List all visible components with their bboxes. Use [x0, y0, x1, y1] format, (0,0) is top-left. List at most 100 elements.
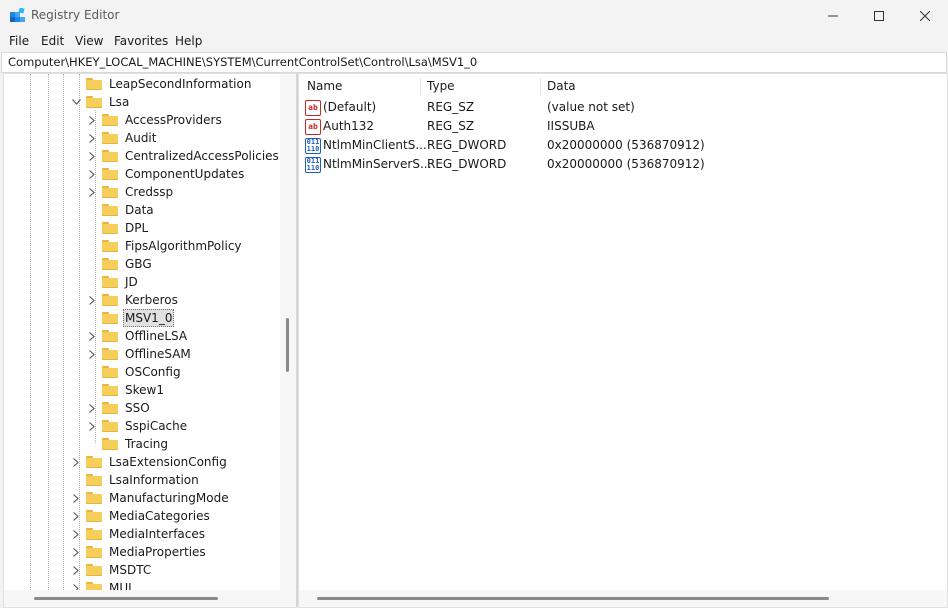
folder-icon [102, 420, 118, 432]
tree-item-label: FipsAlgorithmPolicy [125, 239, 242, 253]
value-data: 0x20000000 (536870912) [547, 138, 705, 152]
column-separator[interactable] [420, 78, 421, 96]
list-horizontal-scroll-thumb[interactable] [317, 597, 829, 600]
tree-item[interactable]: SSO [86, 399, 152, 417]
tree-item-label: GBG [125, 257, 152, 271]
column-separator[interactable] [540, 78, 541, 96]
column-header-name[interactable]: Name [307, 79, 342, 93]
tree-item-label: Credssp [125, 185, 174, 199]
tree-item-label: SspiCache [125, 419, 188, 433]
folder-icon [102, 366, 118, 378]
tree-item[interactable]: AccessProviders [86, 111, 224, 129]
tree-item[interactable]: ComponentUpdates [86, 165, 246, 183]
menu-file[interactable]: File [9, 34, 29, 48]
tree-item[interactable]: MSDTC [70, 561, 153, 579]
folder-icon [102, 222, 118, 234]
tree-item[interactable]: GBG [86, 255, 154, 273]
menu-edit[interactable]: Edit [41, 34, 64, 48]
folder-icon [86, 492, 102, 504]
tree-item[interactable]: OfflineSAM [86, 345, 193, 363]
string-value-icon: ab [305, 100, 321, 116]
tree-item[interactable]: LeapSecondInformation [70, 75, 253, 93]
menu-help[interactable]: Help [175, 34, 202, 48]
chevron-right-icon[interactable] [86, 147, 98, 165]
chevron-right-icon[interactable] [70, 543, 82, 561]
folder-icon [102, 312, 118, 324]
tree-item[interactable]: LsaExtensionConfig [70, 453, 229, 471]
tree-item[interactable]: LsaInformation [70, 471, 201, 489]
values-list-pane[interactable]: Name Type Data ab (Default) REG_SZ (value n… [298, 73, 948, 608]
key-tree-pane[interactable]: LeapSecondInformation Lsa AccessProviders A… [3, 73, 297, 608]
value-row[interactable]: 011 110 NtlmMinServerS... REG_DWORD 0x20000… [305, 155, 905, 174]
tree-horizontal-scroll-thumb[interactable] [34, 597, 218, 600]
chevron-right-icon[interactable] [86, 327, 98, 345]
close-button[interactable] [902, 0, 948, 31]
menu-favorites[interactable]: Favorites [114, 34, 168, 48]
folder-icon [102, 438, 118, 450]
address-path[interactable]: Computer\HKEY_LOCAL_MACHINE\SYSTEM\Curre… [8, 55, 477, 69]
tree-item[interactable]: Credssp [86, 183, 175, 201]
tree-item[interactable]: JD [86, 273, 140, 291]
chevron-right-icon[interactable] [86, 417, 98, 435]
registry-editor-icon [10, 8, 25, 22]
folder-icon [102, 384, 118, 396]
value-data: IISSUBA [547, 119, 595, 133]
tree-item[interactable]: Audit [86, 129, 158, 147]
chevron-right-icon[interactable] [86, 291, 98, 309]
value-name: Auth132 [323, 119, 375, 133]
maximize-button[interactable] [856, 0, 902, 31]
chevron-right-icon[interactable] [70, 453, 82, 471]
tree-item[interactable]: Tracing [86, 435, 170, 453]
chevron-right-icon[interactable] [70, 489, 82, 507]
menu-bar: File Edit View Favorites Help [0, 31, 948, 51]
chevron-right-icon[interactable] [86, 165, 98, 183]
value-row[interactable]: ab Auth132 REG_SZ IISSUBA [305, 117, 905, 136]
value-row[interactable]: 011 110 NtlmMinClientS... REG_DWORD 0x20000… [305, 136, 905, 155]
folder-icon [102, 204, 118, 216]
tree-item-label: ManufacturingMode [109, 491, 229, 505]
tree-item[interactable]: MediaProperties [70, 543, 208, 561]
dword-value-icon: 011 110 [305, 157, 321, 173]
minimize-button[interactable] [810, 0, 856, 31]
tree-item[interactable]: DPL [86, 219, 150, 237]
tree-item[interactable]: MediaCategories [70, 507, 212, 525]
tree-item-label: MediaProperties [109, 545, 206, 559]
tree-item[interactable]: MediaInterfaces [70, 525, 207, 543]
tree-vertical-scroll-thumb[interactable] [286, 318, 289, 372]
chevron-right-icon[interactable] [86, 399, 98, 417]
chevron-right-icon[interactable] [86, 345, 98, 363]
tree-item[interactable]: ManufacturingMode [70, 489, 231, 507]
chevron-right-icon[interactable] [86, 111, 98, 129]
folder-icon [102, 114, 118, 126]
tree-item-label: Lsa [109, 95, 130, 109]
tree-item[interactable]: CentralizedAccessPolicies [86, 147, 281, 165]
chevron-right-icon[interactable] [86, 129, 98, 147]
window-title: Registry Editor [31, 8, 120, 22]
tree-item[interactable]: Lsa [70, 93, 131, 111]
folder-icon [102, 240, 118, 252]
address-bar[interactable]: Computer\HKEY_LOCAL_MACHINE\SYSTEM\Curre… [1, 52, 947, 73]
chevron-right-icon[interactable] [70, 507, 82, 525]
tree-item[interactable]: OSConfig [86, 363, 183, 381]
chevron-right-icon[interactable] [70, 525, 82, 543]
menu-view[interactable]: View [75, 34, 103, 48]
tree-item[interactable]: Data [86, 201, 156, 219]
tree-item[interactable]: OfflineLSA [86, 327, 189, 345]
tree-item[interactable]: FipsAlgorithmPolicy [86, 237, 244, 255]
tree-item[interactable]: Skew1 [86, 381, 166, 399]
tree-item-label: ComponentUpdates [125, 167, 245, 181]
tree-item[interactable]: SspiCache [86, 417, 189, 435]
tree-item[interactable]: Kerberos [86, 291, 180, 309]
column-header-type[interactable]: Type [427, 79, 455, 93]
chevron-right-icon[interactable] [70, 561, 82, 579]
chevron-right-icon[interactable] [86, 183, 98, 201]
chevron-down-icon[interactable] [70, 93, 82, 111]
value-row[interactable]: ab (Default) REG_SZ (value not set) [305, 98, 905, 117]
folder-icon [86, 456, 102, 468]
tree-item[interactable]: MSV1_0 [86, 309, 175, 327]
column-header-data[interactable]: Data [547, 79, 576, 93]
